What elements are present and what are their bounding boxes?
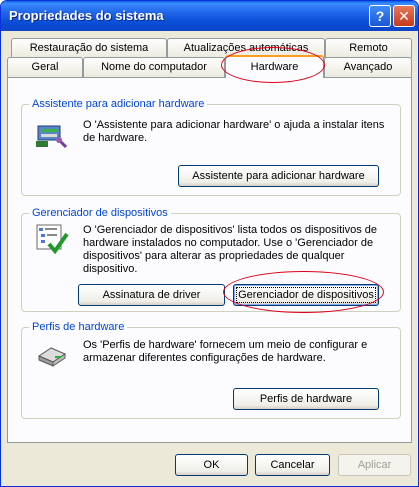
title-bar[interactable]: Propriedades do sistema ? ✕: [1, 1, 418, 31]
tab-geral[interactable]: Geral: [7, 57, 83, 77]
apply-button[interactable]: Aplicar: [338, 454, 411, 476]
device-manager-icon: [36, 224, 69, 255]
cancel-button[interactable]: Cancelar: [255, 454, 330, 476]
hardware-profiles-group-title: Perfis de hardware: [29, 321, 128, 333]
window-title: Propriedades do sistema: [9, 8, 164, 23]
tab-hardware[interactable]: Hardware: [225, 55, 324, 78]
device-manager-description: O 'Gerenciador de dispositivos' lista to…: [83, 224, 378, 275]
hardware-profiles-description: Os 'Perfis de hardware' fornecem um meio…: [83, 339, 368, 364]
tab-restauracao-do-sistema[interactable]: Restauração do sistema: [11, 38, 167, 58]
tab-nome-do-computador[interactable]: Nome do computador: [83, 57, 225, 77]
hardware-profiles-group: Perfis de hardware Os 'Perfis de hardwar…: [21, 321, 401, 419]
ok-button[interactable]: OK: [175, 454, 248, 476]
tab-avancado[interactable]: Avançado: [324, 57, 412, 77]
add-hardware-group: Assistente para adicionar hardware O 'As…: [21, 98, 401, 196]
add-hardware-wizard-icon: [36, 125, 68, 149]
driver-signing-button[interactable]: Assinatura de driver: [78, 284, 225, 306]
hardware-tab-panel: Assistente para adicionar hardware O 'As…: [7, 77, 412, 443]
device-manager-group: Gerenciador de dispositivos O 'Gerenciad…: [21, 207, 401, 312]
system-properties-window: Propriedades do sistema ? ✕ Restauração …: [0, 0, 419, 487]
close-button[interactable]: ✕: [393, 5, 415, 27]
help-button[interactable]: ?: [369, 5, 391, 27]
hardware-profiles-icon: [37, 347, 67, 367]
device-manager-button[interactable]: Gerenciador de dispositivos: [233, 284, 379, 306]
add-hardware-group-title: Assistente para adicionar hardware: [29, 98, 208, 110]
device-manager-group-title: Gerenciador de dispositivos: [29, 207, 171, 219]
add-hardware-description: O 'Assistente para adicionar hardware' o…: [83, 119, 385, 144]
hardware-profiles-button[interactable]: Perfis de hardware: [233, 388, 379, 410]
tab-remoto[interactable]: Remoto: [325, 38, 412, 58]
add-hardware-wizard-button[interactable]: Assistente para adicionar hardware: [178, 165, 379, 187]
